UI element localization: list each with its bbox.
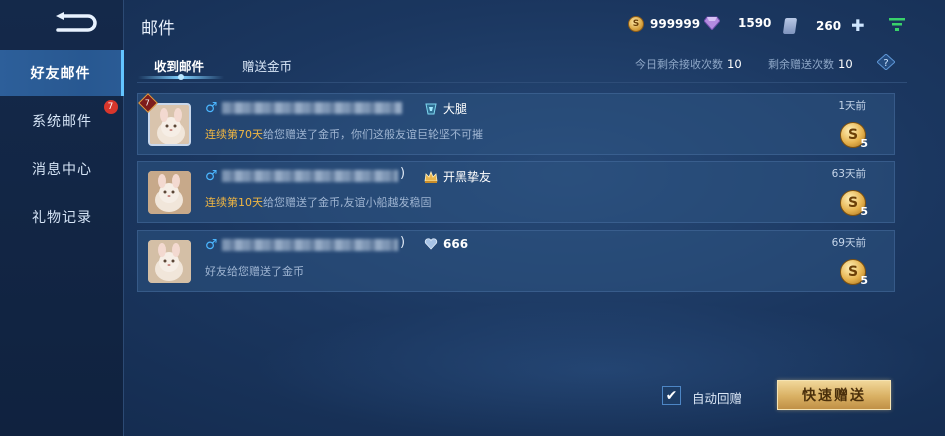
help-icon[interactable]: ?: [877, 54, 895, 70]
mail-time: 69天前: [831, 237, 866, 249]
name-paren: ): [400, 166, 406, 181]
avatar[interactable]: [148, 103, 191, 146]
message-text: 好友给您赠送了金币: [205, 265, 304, 278]
active-tab-dot: [178, 74, 184, 80]
gold-value: 999999: [650, 17, 701, 31]
relation-tag: 大腿: [424, 100, 467, 117]
message-text: 给您赠送了金币，你们这般友谊巨轮坚不可摧: [263, 128, 483, 141]
gem-value: 1590: [738, 16, 772, 30]
mail-message: 好友给您赠送了金币: [205, 263, 304, 279]
ticket-counter: 260 ✚: [782, 16, 864, 35]
male-icon: ♂: [205, 168, 218, 184]
auto-reply-checkbox[interactable]: ✔: [662, 386, 681, 405]
gem-counter: 1590: [704, 16, 771, 30]
cat-avatar-icon: [150, 105, 189, 144]
wifi-signal-icon: [889, 18, 905, 31]
send-remaining: 剩余赠送次数 10: [768, 56, 853, 72]
mail-message: 连续第10天给您赠送了金币,友谊小船越发稳固: [205, 194, 432, 210]
sidebar-item-label: 礼物记录: [32, 210, 92, 226]
avatar[interactable]: [148, 171, 191, 214]
mail-time: 63天前: [831, 168, 866, 180]
crown-icon: [424, 170, 438, 183]
receive-remaining-label: 今日剩余接收次数: [635, 58, 723, 71]
gold-coin-icon: S: [628, 16, 644, 32]
header-divider: [137, 82, 907, 83]
gem-icon: [704, 16, 720, 30]
level-value: 7: [145, 98, 151, 108]
heart-icon: [424, 238, 438, 250]
tab-send-gold[interactable]: 赠送金币: [242, 56, 292, 75]
background-glow: [250, 300, 945, 436]
back-arrow-icon[interactable]: [42, 10, 102, 36]
name-paren: ): [400, 235, 406, 250]
cat-avatar-icon: [148, 240, 191, 283]
male-icon: ♂: [205, 100, 218, 116]
auto-reply-label[interactable]: 自动回赠: [692, 388, 742, 407]
male-icon: ♂: [205, 237, 218, 253]
mail-row[interactable]: ♂ ) 开黑挚友 连续第10天给您赠送了金币,友谊小船越发稳固 63天前 S 5: [137, 161, 895, 223]
relation-label: 大腿: [443, 102, 468, 116]
cat-avatar-icon: [148, 171, 191, 214]
sidebar-item-friend-mail[interactable]: 好友邮件: [0, 50, 124, 96]
streak-text: 连续第10天: [205, 196, 263, 209]
relation-leg-icon: [425, 103, 437, 114]
reward-count: 5: [860, 274, 868, 287]
reward-count: 5: [860, 137, 868, 150]
sidebar-item-label: 系统邮件: [32, 114, 92, 130]
mail-message: 连续第70天给您赠送了金币，你们这般友谊巨轮坚不可摧: [205, 126, 483, 142]
relation-label: 666: [443, 237, 469, 251]
mail-row[interactable]: 7 ♂ 大腿 连续第70天给您赠送了金币，你们这般友谊巨轮坚不可摧 1天前 S …: [137, 93, 895, 155]
mail-time: 1天前: [838, 100, 866, 112]
sidebar: 好友邮件 系统邮件 7 消息中心 礼物记录: [0, 0, 124, 436]
blurred-player-name: [222, 239, 398, 251]
tab-received-mail[interactable]: 收到邮件: [154, 56, 204, 75]
relation-tag: 开黑挚友: [424, 168, 491, 185]
svg-text:?: ?: [883, 58, 888, 69]
ticket-icon: [782, 17, 798, 34]
sidebar-item-label: 消息中心: [32, 162, 92, 178]
reward-count: 5: [860, 205, 868, 218]
add-tickets-button[interactable]: ✚: [851, 16, 864, 35]
blurred-player-name: [222, 102, 402, 114]
gold-counter: S 999999: [628, 16, 700, 32]
send-remaining-value: 10: [838, 57, 853, 71]
sidebar-item-message-center[interactable]: 消息中心: [0, 146, 124, 192]
receive-remaining-value: 10: [727, 57, 742, 71]
quick-send-button[interactable]: 快速赠送: [777, 380, 891, 410]
unread-badge: 7: [104, 100, 118, 114]
sidebar-item-gift-record[interactable]: 礼物记录: [0, 194, 124, 240]
mail-row[interactable]: ♂ ) 666 好友给您赠送了金币 69天前 S 5: [137, 230, 895, 292]
page-title: 邮件: [141, 19, 175, 39]
avatar[interactable]: [148, 240, 191, 283]
receive-remaining: 今日剩余接收次数 10: [635, 56, 742, 72]
blurred-player-name: [222, 170, 398, 182]
ticket-value: 260: [816, 18, 842, 33]
relation-label: 开黑挚友: [443, 170, 492, 184]
streak-text: 连续第70天: [205, 128, 263, 141]
sidebar-item-system-mail[interactable]: 系统邮件 7: [0, 98, 124, 144]
message-text: 给您赠送了金币,友谊小船越发稳固: [263, 196, 432, 209]
send-remaining-label: 剩余赠送次数: [768, 58, 834, 71]
relation-tag: 666: [424, 237, 468, 251]
sidebar-item-label: 好友邮件: [30, 66, 91, 82]
